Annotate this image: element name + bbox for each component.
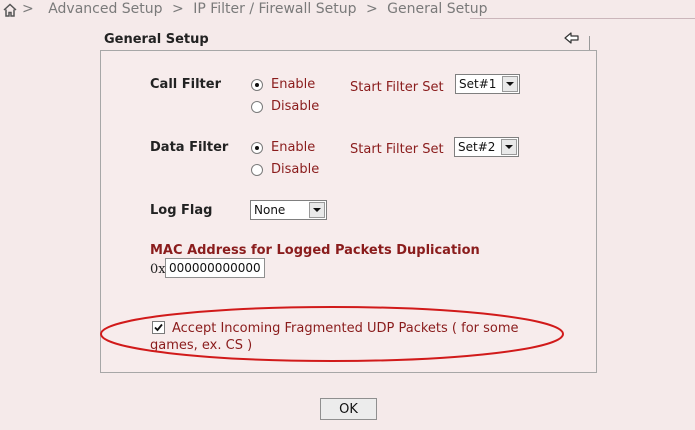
- call-filter-start-set-select[interactable]: Set#1: [455, 74, 520, 94]
- mac-address-label: MAC Address for Logged Packets Duplicati…: [150, 243, 480, 258]
- log-flag-value: None: [254, 203, 286, 217]
- page-title: General Setup: [104, 32, 209, 47]
- call-filter-disable-radio[interactable]: Disable: [251, 99, 319, 114]
- back-arrow-icon[interactable]: [563, 30, 581, 46]
- call-filter-enable-label: Enable: [271, 77, 316, 92]
- radio-selected-icon: [251, 78, 263, 91]
- call-filter-enable-radio[interactable]: Enable: [251, 77, 315, 92]
- data-filter-start-set-select[interactable]: Set#2: [454, 137, 519, 157]
- chevron-down-icon: [309, 202, 325, 218]
- chevron-down-icon: [502, 76, 518, 92]
- udp-fragment-label-line1: Accept Incoming Fragmented UDP Packets (…: [172, 321, 519, 336]
- radio-selected-icon: [251, 141, 263, 154]
- udp-fragment-label-line2: games, ex. CS ): [150, 338, 253, 353]
- call-filter-disable-label: Disable: [271, 99, 320, 114]
- breadcrumb: > Advanced Setup > IP Filter / Firewall …: [0, 0, 695, 20]
- radio-unselected-icon: [251, 100, 263, 113]
- page: > Advanced Setup > IP Filter / Firewall …: [0, 0, 695, 430]
- data-filter-disable-radio[interactable]: Disable: [251, 162, 319, 177]
- breadcrumb-separator: >: [172, 1, 184, 17]
- data-filter-start-set-label: Start Filter Set: [350, 142, 444, 157]
- log-flag-select[interactable]: None: [250, 200, 327, 220]
- udp-fragment-checkbox[interactable]: [152, 321, 165, 334]
- breadcrumb-item-general-setup: General Setup: [387, 1, 488, 17]
- breadcrumb-separator: >: [22, 1, 34, 17]
- header-divider: [470, 18, 695, 19]
- ok-button[interactable]: OK: [320, 398, 377, 420]
- data-filter-disable-label: Disable: [271, 162, 320, 177]
- mac-address-input[interactable]: [165, 258, 265, 278]
- breadcrumb-item-ip-filter[interactable]: IP Filter / Firewall Setup: [193, 1, 356, 17]
- call-filter-start-set-value: Set#1: [459, 77, 497, 91]
- data-filter-label: Data Filter: [150, 140, 229, 155]
- breadcrumb-path: > Advanced Setup > IP Filter / Firewall …: [22, 1, 488, 17]
- call-filter-label: Call Filter: [150, 77, 221, 92]
- data-filter-start-set-value: Set#2: [458, 140, 496, 154]
- data-filter-enable-radio[interactable]: Enable: [251, 140, 315, 155]
- breadcrumb-separator: >: [365, 1, 378, 17]
- home-icon[interactable]: [2, 2, 18, 18]
- checkmark-icon: [154, 323, 163, 332]
- data-filter-enable-label: Enable: [271, 140, 316, 155]
- call-filter-start-set-label: Start Filter Set: [350, 80, 444, 95]
- breadcrumb-item-advanced-setup[interactable]: Advanced Setup: [48, 1, 162, 17]
- title-divider: [589, 36, 590, 50]
- radio-unselected-icon: [251, 163, 263, 176]
- mac-prefix: 0x: [150, 262, 166, 277]
- chevron-down-icon: [501, 139, 517, 155]
- log-flag-label: Log Flag: [150, 203, 213, 218]
